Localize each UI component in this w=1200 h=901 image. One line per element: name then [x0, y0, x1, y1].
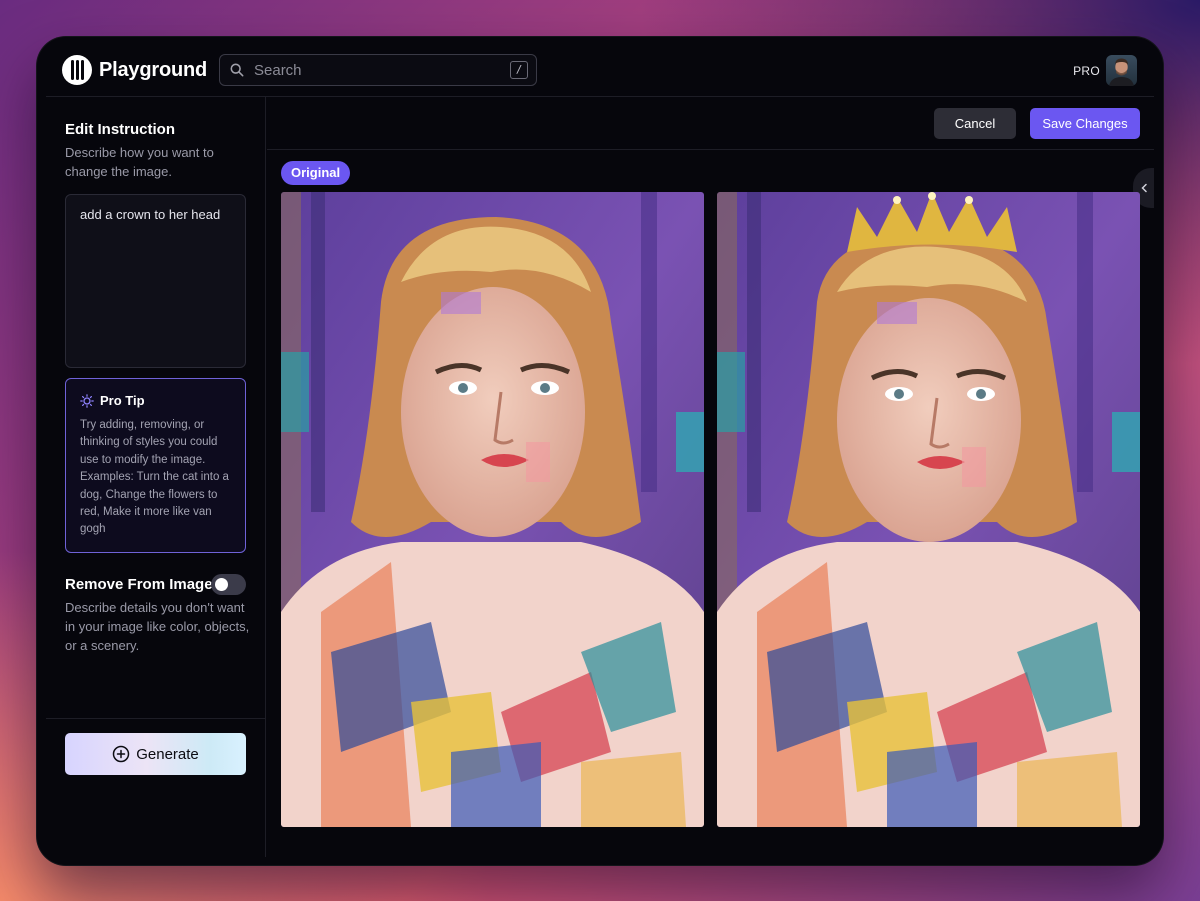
pro-tip-title: Pro Tip [100, 393, 145, 408]
instruction-input[interactable]: add a crown to her head [65, 194, 246, 368]
search-input[interactable] [254, 55, 494, 85]
plus-circle-icon [112, 745, 130, 763]
edited-image[interactable] [717, 192, 1140, 827]
app-name: Playground [99, 58, 208, 81]
logo-icon [62, 55, 92, 85]
main-panel: Cancel Save Changes Original [267, 97, 1154, 857]
save-changes-button[interactable]: Save Changes [1030, 108, 1140, 139]
search-box[interactable]: / [219, 54, 537, 86]
avatar[interactable] [1106, 55, 1137, 86]
search-icon [230, 63, 244, 77]
sidebar: Edit Instruction Describe how you want t… [46, 97, 266, 857]
remove-from-image-description: Describe details you don't want in your … [65, 600, 250, 653]
divider [46, 718, 266, 719]
plan-badge: PRO [1073, 64, 1100, 78]
chevron-left-icon [1140, 183, 1147, 193]
logo[interactable]: Playground [62, 55, 207, 85]
cancel-button[interactable]: Cancel [934, 108, 1016, 139]
edit-instruction-description: Describe how you want to change the imag… [65, 145, 214, 179]
generate-label: Generate [136, 745, 199, 763]
remove-from-image-title: Remove From Image [65, 576, 213, 593]
search-shortcut-hint: / [510, 61, 528, 79]
app-window: Playground / PRO Edit Instruction Descri… [36, 36, 1164, 866]
original-badge: Original [281, 161, 351, 185]
generate-button[interactable]: Generate [65, 733, 246, 775]
edit-instruction-title: Edit Instruction [65, 121, 175, 138]
original-image[interactable] [281, 192, 704, 827]
action-bar: Cancel Save Changes [267, 97, 1154, 150]
pro-tip-body: Try adding, removing, or thinking of sty… [80, 419, 229, 536]
pro-tip-card: Pro Tip Try adding, removing, or thinkin… [65, 378, 246, 553]
top-bar: Playground / PRO [46, 36, 1154, 97]
remove-from-image-toggle[interactable] [211, 574, 246, 595]
lightbulb-icon [80, 393, 94, 408]
pro-tip-header: Pro Tip [80, 393, 231, 408]
